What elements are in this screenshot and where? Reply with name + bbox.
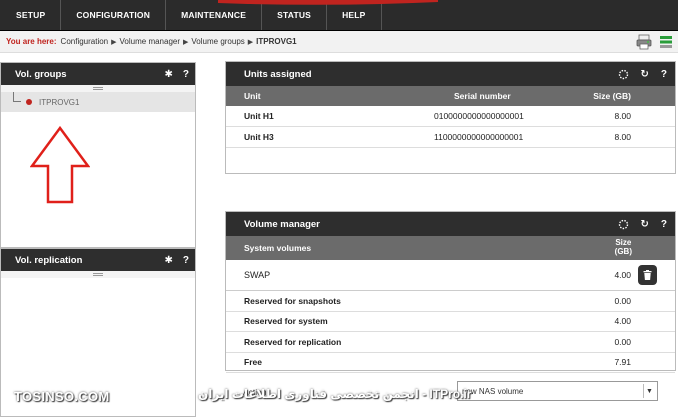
action-select[interactable]: new NAS volume ▼ — [457, 381, 658, 401]
volume-size: 4.00 — [614, 270, 631, 280]
serial-number: 0100000000000000001 — [434, 111, 524, 121]
table-row[interactable]: Reserved for snapshots 0.00 — [226, 291, 675, 312]
unit-name: Unit H3 — [244, 132, 274, 142]
loading-spinner-icon — [618, 219, 628, 229]
help-icon[interactable]: ? — [661, 69, 667, 80]
volume-size: 4.00 — [614, 316, 631, 327]
column-header-size: Size (GB) — [593, 91, 631, 101]
units-assigned-panel: Units assigned ↻ ? Unit Serial number Si… — [225, 61, 676, 174]
table-row[interactable]: Unit H1 0100000000000000001 8.00 — [226, 106, 675, 127]
serial-number: 1100000000000000001 — [434, 132, 524, 142]
volume-size: 0.00 — [614, 295, 631, 306]
volume-label: Reserved for system — [244, 316, 328, 327]
breadcrumb-current: ITPROVG1 — [256, 37, 297, 46]
volume-manager-header: Volume manager ↻ ? — [226, 212, 675, 236]
volume-size: 0.00 — [614, 336, 631, 347]
table-row[interactable]: SWAP 4.00 — [226, 260, 675, 291]
up-arrow-annotation-icon — [30, 126, 90, 204]
nav-setup[interactable]: SETUP — [0, 0, 62, 30]
collapse-grip[interactable] — [1, 85, 195, 92]
column-header-serial: Serial number — [454, 91, 511, 101]
volume-label: Free — [244, 357, 262, 368]
collapse-grip[interactable] — [1, 271, 195, 278]
trash-icon — [643, 270, 652, 280]
breadcrumb-label: You are here: — [6, 37, 57, 46]
breadcrumb-separator-icon: ▶ — [111, 38, 117, 46]
brand-swoosh-icon — [218, 0, 438, 5]
column-header-unit: Unit — [244, 91, 261, 101]
units-assigned-title: Units assigned — [244, 68, 312, 80]
column-header-system-volumes: System volumes — [244, 243, 312, 253]
volume-group-label: ITPROVG1 — [39, 97, 80, 107]
breadcrumb: You are here: Configuration ▶ Volume man… — [0, 31, 678, 53]
unit-size: 8.00 — [614, 132, 631, 142]
help-icon[interactable]: ? — [661, 219, 667, 230]
tree-connector — [13, 92, 21, 102]
chevron-down-icon[interactable]: ▼ — [643, 384, 655, 398]
unit-size: 8.00 — [614, 111, 631, 121]
tree-item-volume-group[interactable]: ITPROVG1 — [1, 92, 195, 112]
breadcrumb-item[interactable]: Volume groups — [191, 37, 244, 46]
watermark-left: TOSINSO.COM — [14, 389, 110, 404]
breadcrumb-separator-icon: ▶ — [247, 38, 254, 46]
gear-icon[interactable]: ✱ — [165, 69, 173, 80]
volume-label: Reserved for replication — [244, 336, 342, 347]
unit-name: Unit H1 — [244, 111, 274, 121]
units-assigned-header: Units assigned ↻ ? — [226, 62, 675, 86]
nav-configuration[interactable]: CONFIGURATION — [61, 0, 167, 30]
gear-icon[interactable]: ✱ — [165, 255, 173, 266]
top-nav: SETUP CONFIGURATION MAINTENANCE STATUS H… — [0, 0, 678, 31]
column-header-size: Size (GB) — [615, 238, 632, 256]
units-table-header: Unit Serial number Size (GB) — [226, 86, 675, 106]
vol-replication-header: Vol. replication ✱ ? — [1, 249, 195, 271]
volume-label: SWAP — [244, 270, 271, 280]
print-icon[interactable] — [636, 34, 652, 50]
help-icon[interactable]: ? — [183, 255, 189, 266]
volume-size: 7.91 — [614, 357, 631, 368]
breadcrumb-item[interactable]: Configuration — [61, 37, 109, 46]
delete-button[interactable] — [638, 265, 657, 285]
refresh-icon[interactable]: ↻ — [641, 219, 649, 230]
status-bars-icon[interactable] — [658, 34, 674, 50]
volume-manager-panel: Volume manager ↻ ? System volumes Size (… — [225, 211, 676, 373]
table-row[interactable]: Free 7.91 — [226, 353, 675, 373]
system-volumes-header: System volumes Size (GB) — [226, 236, 675, 260]
watermark-right: انجمن تخصصی فناوری اطلاعات ایران - ITPro… — [198, 387, 472, 401]
size-label: Size — [615, 238, 632, 247]
vol-groups-title: Vol. groups — [15, 68, 67, 80]
vol-replication-title: Vol. replication — [15, 254, 83, 266]
vol-groups-header: Vol. groups ✱ ? — [1, 63, 195, 85]
size-unit-label: (GB) — [614, 247, 632, 256]
loading-spinner-icon — [618, 69, 628, 79]
status-dot-icon — [26, 99, 32, 105]
breadcrumb-separator-icon: ▶ — [183, 38, 189, 46]
table-row[interactable]: Unit H3 1100000000000000001 8.00 — [226, 127, 675, 148]
breadcrumb-tools — [636, 34, 674, 50]
volume-manager-title: Volume manager — [244, 218, 320, 230]
table-row[interactable]: Reserved for system 4.00 — [226, 312, 675, 332]
help-icon[interactable]: ? — [183, 69, 189, 80]
refresh-icon[interactable]: ↻ — [641, 69, 649, 80]
table-row[interactable]: Reserved for replication 0.00 — [226, 332, 675, 353]
volume-label: Reserved for snapshots — [244, 295, 341, 306]
breadcrumb-item[interactable]: Volume manager — [120, 37, 180, 46]
